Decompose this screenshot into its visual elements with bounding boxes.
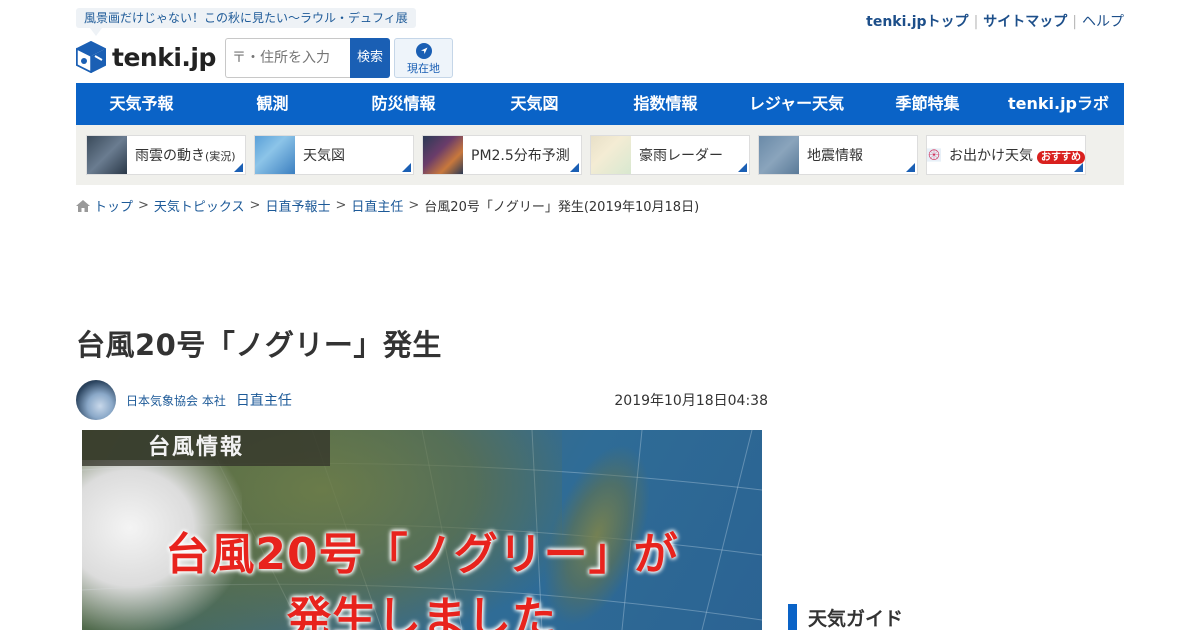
hero-image: 台風情報 台風20号「ノグリー」が 発生しました [82,430,762,630]
current-location-label: 現在地 [407,62,440,75]
breadcrumb-separator: > [138,198,149,213]
location-arrow-icon [415,43,432,59]
hero-headline-1: 台風20号「ノグリー」が [165,529,679,580]
author-avatar[interactable] [76,380,116,420]
nav-weather-map[interactable]: 天気図 [469,83,600,125]
site-logo[interactable]: tenki.jp [76,41,216,73]
top-link-home[interactable]: tenki.jpトップ [866,14,968,30]
nav-forecast[interactable]: 天気予報 [76,83,207,125]
nav-index[interactable]: 指数情報 [600,83,731,125]
breadcrumb-separator: > [335,198,347,213]
tile-outing-weather[interactable]: お出かけ天気 おすすめ [926,135,1086,175]
tile-rain-cloud[interactable]: 雨雲の動き(実況) [86,135,246,175]
current-location-button[interactable]: 現在地 [394,38,453,78]
corner-arrow-icon [738,163,747,172]
breadcrumb-current: 台風20号「ノグリー」発生(2019年10月18日) [424,200,700,215]
author-name[interactable]: 日直主任 [236,390,292,410]
tile-label: 雨雲の動き(実況) [135,148,236,164]
tile-earthquake[interactable]: 地震情報 [758,135,918,175]
tile-label: お出かけ天気 おすすめ [949,145,1085,165]
nav-leisure[interactable]: レジャー天気 [731,83,862,125]
article-date: 2019年10月18日04:38 [614,393,768,409]
tile-label: PM2.5分布予測 [471,148,570,164]
sidebar-heading: 天気ガイド [788,604,903,630]
breadcrumb-separator: > [408,198,420,213]
tile-label: 天気図 [303,148,345,164]
tile-weather-map[interactable]: 天気図 [254,135,414,175]
tile-heavy-rain-radar[interactable]: 豪雨レーダー [590,135,750,175]
tile-pm25[interactable]: PM2.5分布予測 [422,135,582,175]
hero-headline-2: 発生しました [287,593,557,630]
rain-cloud-map-icon [87,136,127,174]
main-nav: 天気予報 観測 防災情報 天気図 指数情報 レジャー天気 季節特集 tenki.… [76,83,1124,125]
corner-arrow-icon [234,163,243,172]
pm25-map-icon [423,136,463,174]
breadcrumb-chief[interactable]: 日直主任 [351,196,403,215]
nav-lab[interactable]: tenki.jpラボ [993,83,1124,125]
search-form: 検索 [225,38,390,78]
radar-map-icon [591,136,631,174]
nav-disaster[interactable]: 防災情報 [338,83,469,125]
breadcrumb-forecaster[interactable]: 日直予報士 [265,196,330,215]
article-title: 台風20号「ノグリー」発生 [76,328,442,362]
top-link-sitemap[interactable]: サイトマップ [983,14,1067,30]
breadcrumb: トップ > 天気トピックス > 日直予報士 > 日直主任 > 台風20号「ノグリー」発生… [76,196,699,215]
separator: | [1072,14,1077,30]
breadcrumb-separator: > [249,198,261,213]
logo-cube-icon [76,41,106,73]
tile-label: 豪雨レーダー [639,148,723,164]
nav-season[interactable]: 季節特集 [862,83,993,125]
nav-observation[interactable]: 観測 [207,83,338,125]
logo-text: tenki.jp [112,42,216,72]
quick-tiles: 雨雲の動き(実況) 天気図 PM2.5分布予測 豪雨レーダー 地震情報 お出かけ… [76,125,1124,185]
weather-map-icon [255,136,295,174]
promo-bubble[interactable]: 風景画だけじゃない！この秋に見たい〜ラウル・デュフィ展 [76,8,416,36]
top-link-help[interactable]: ヘルプ [1082,14,1124,30]
corner-arrow-icon [570,163,579,172]
author-row: 日本気象協会 本社 日直主任 2019年10月18日04:38 [76,380,768,420]
separator: | [973,14,979,30]
tile-label: 地震情報 [807,148,863,164]
hero-label: 台風情報 [82,430,330,466]
breadcrumb-topics[interactable]: 天気トピックス [154,196,245,215]
corner-arrow-icon [906,163,915,172]
author-org[interactable]: 日本気象協会 本社 [126,392,226,409]
corner-arrow-icon [1074,163,1083,172]
home-icon [76,199,90,212]
search-button[interactable]: 検索 [350,38,390,78]
ferris-wheel-icon [927,148,941,162]
top-links: tenki.jpトップ | サイトマップ | ヘルプ [866,11,1124,31]
heading-bar [788,604,797,630]
earthquake-map-icon [759,136,799,174]
corner-arrow-icon [402,163,411,172]
breadcrumb-top[interactable]: トップ [94,196,133,215]
sidebar-heading-text: 天気ガイド [808,607,904,630]
address-search-input[interactable] [225,38,350,78]
